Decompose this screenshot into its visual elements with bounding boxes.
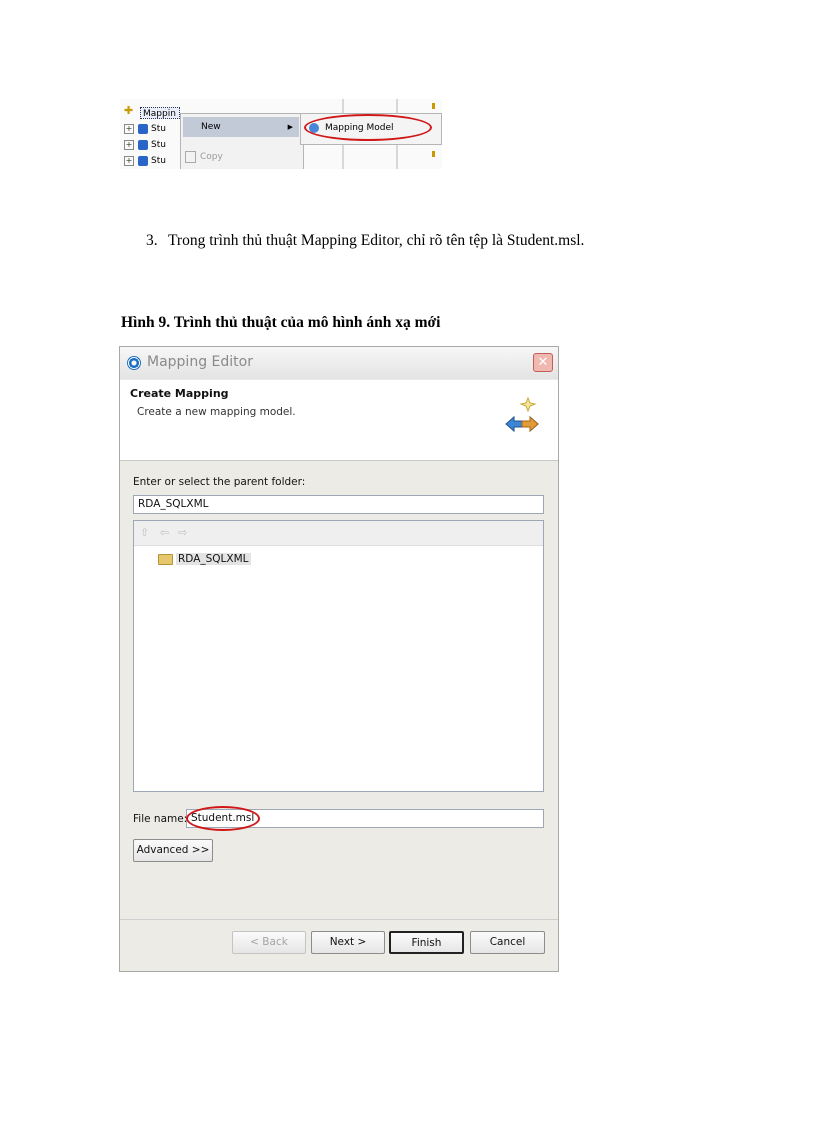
- title-bar[interactable]: Mapping Editor ✕: [120, 347, 558, 379]
- finish-button[interactable]: Finish: [389, 931, 464, 954]
- new-folder-icon: ✚: [124, 104, 134, 117]
- bidirectional-arrow-icon: [505, 396, 539, 433]
- banner-title: Create Mapping: [130, 387, 229, 400]
- cancel-button[interactable]: Cancel: [470, 931, 545, 954]
- step-number: 3.: [146, 232, 158, 249]
- mapping-editor-dialog: Mapping Editor ✕ Create Mapping Create a…: [119, 346, 559, 972]
- step-3: 3. Trong trình thủ thuật Mapping Editor, …: [146, 232, 584, 250]
- advanced-button[interactable]: Advanced >>: [133, 839, 213, 862]
- next-button[interactable]: Next >: [311, 931, 385, 954]
- tree-row[interactable]: + Stu: [124, 154, 184, 168]
- dialog-title: Mapping Editor: [147, 354, 253, 370]
- submenu-arrow-icon: ▶: [287, 123, 293, 131]
- mapping-editor-icon: [127, 356, 141, 370]
- menu-item-copy-label: Copy: [200, 152, 223, 162]
- folder-tree[interactable]: ⇧ ⇦ ⇨ RDA_SQLXML: [133, 520, 544, 792]
- step-text: Trong trình thủ thuật Mapping Editor, ch…: [168, 232, 585, 249]
- back-button[interactable]: < Back: [232, 931, 306, 954]
- parent-folder-label: Enter or select the parent folder:: [133, 476, 306, 488]
- back-arrow-icon[interactable]: ⇦: [160, 527, 169, 539]
- tree-row-label: Stu: [151, 140, 166, 150]
- expand-icon[interactable]: +: [124, 123, 134, 134]
- tree-item-mapping[interactable]: Mappin: [140, 107, 180, 119]
- highlight-oval: [304, 114, 432, 141]
- copy-icon: [185, 150, 196, 163]
- tree-item-rda-sqlxml[interactable]: RDA_SQLXML: [158, 551, 251, 567]
- package-icon: [138, 139, 148, 150]
- highlight-oval: [186, 806, 260, 831]
- file-name-label: File name:: [133, 813, 188, 825]
- close-button[interactable]: ✕: [533, 353, 553, 372]
- expand-icon[interactable]: +: [124, 139, 134, 150]
- tree-row-label: Stu: [151, 124, 166, 134]
- wizard-banner: Create Mapping Create a new mapping mode…: [120, 380, 558, 461]
- banner-description: Create a new mapping model.: [137, 406, 296, 418]
- close-icon: ✕: [537, 355, 549, 370]
- footer-divider: [120, 919, 558, 920]
- package-icon: [138, 155, 148, 166]
- tree-row[interactable]: + Stu: [124, 138, 184, 152]
- forward-arrow-icon[interactable]: ⇨: [178, 527, 187, 539]
- expand-icon[interactable]: +: [124, 155, 134, 166]
- parent-folder-input[interactable]: RDA_SQLXML: [133, 495, 544, 514]
- up-icon[interactable]: ⇧: [140, 527, 149, 539]
- folder-icon: [158, 553, 173, 565]
- marker: [432, 151, 435, 157]
- package-icon: [138, 123, 148, 134]
- marker: [432, 103, 435, 109]
- tree-toolbar: ⇧ ⇦ ⇨: [134, 521, 543, 546]
- tree-row-label: Stu: [151, 156, 166, 166]
- menu-item-new-label: New: [201, 122, 221, 132]
- menu-item-copy[interactable]: Copy: [185, 150, 223, 164]
- menu-item-new[interactable]: New ▶: [183, 117, 299, 137]
- context-menu-screenshot: ✚ Mappin + Stu + Stu + Stu New ▶ Copy Mappi…: [120, 99, 442, 169]
- figure-caption: Hình 9. Trình thủ thuật của mô hình ánh …: [121, 314, 441, 331]
- context-menu: New ▶ Copy: [180, 113, 304, 169]
- tree-row[interactable]: + Stu: [124, 122, 184, 136]
- tree-item-label: RDA_SQLXML: [176, 553, 251, 565]
